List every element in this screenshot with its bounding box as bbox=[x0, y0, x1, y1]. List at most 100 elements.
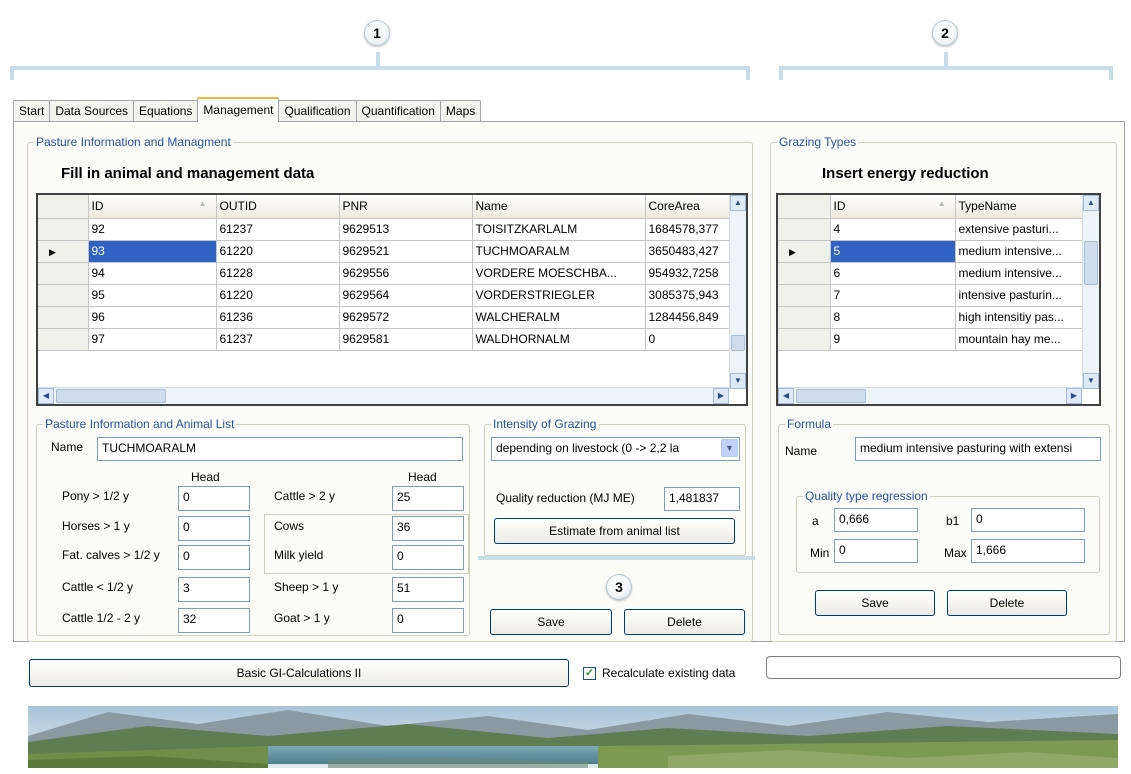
row-header[interactable] bbox=[778, 328, 831, 351]
row-header[interactable] bbox=[778, 284, 831, 307]
cell-pnr[interactable]: 9629564 bbox=[339, 284, 473, 307]
chevron-down-icon[interactable]: ▼ bbox=[721, 439, 738, 457]
tab-qualification[interactable]: Qualification bbox=[278, 100, 357, 122]
cell-name[interactable]: WALDHORNALM bbox=[472, 328, 646, 351]
grazing-grid-horizontal-scrollbar[interactable]: ◀ ▶ bbox=[778, 387, 1082, 404]
scroll-up-icon[interactable]: ▲ bbox=[1083, 195, 1099, 211]
animal-count-horses[interactable]: 0 bbox=[178, 516, 250, 541]
column-header-name[interactable]: Name bbox=[472, 195, 646, 219]
table-row[interactable]: 9 mountain hay me... bbox=[778, 328, 1086, 351]
column-header-id[interactable]: ID ▲ bbox=[88, 195, 217, 219]
cell-id[interactable]: 9 bbox=[830, 328, 956, 351]
column-header-typename[interactable]: TypeName bbox=[955, 195, 1086, 219]
row-header[interactable]: ▶ bbox=[778, 240, 831, 263]
row-header[interactable] bbox=[38, 306, 89, 329]
coefficient-b1-field[interactable]: 0 bbox=[971, 508, 1085, 532]
milk-yield-field[interactable]: 0 bbox=[392, 545, 464, 570]
column-header-corearea[interactable]: CoreArea bbox=[645, 195, 734, 219]
cell-id[interactable]: 94 bbox=[88, 262, 217, 285]
management-delete-button[interactable]: Delete bbox=[624, 609, 745, 635]
estimate-from-animal-list-button[interactable]: Estimate from animal list bbox=[494, 518, 735, 544]
animal-count-pony[interactable]: 0 bbox=[178, 486, 250, 511]
cell-pnr[interactable]: 9629513 bbox=[339, 218, 473, 241]
cell-outid[interactable]: 61237 bbox=[216, 218, 340, 241]
cell-corearea[interactable]: 954932,7258 bbox=[645, 262, 734, 285]
formula-name-field[interactable]: medium intensive pasturing with extensi bbox=[855, 437, 1101, 461]
cell-name[interactable]: TUCHMOARALM bbox=[472, 240, 646, 263]
cell-id[interactable]: 95 bbox=[88, 284, 217, 307]
cell-name[interactable]: VORDERE MOESCHBA... bbox=[472, 262, 646, 285]
cell-id[interactable]: 8 bbox=[830, 306, 956, 329]
animal-count-sheep[interactable]: 51 bbox=[392, 577, 464, 602]
column-header-id[interactable]: ID ▲ bbox=[830, 195, 956, 219]
cell-name[interactable]: WALCHERALM bbox=[472, 306, 646, 329]
cell-outid[interactable]: 61236 bbox=[216, 306, 340, 329]
table-row[interactable]: ▶ 5 medium intensive... bbox=[778, 240, 1086, 263]
basic-gi-calculations-button[interactable]: Basic GI-Calculations II bbox=[29, 659, 569, 687]
cell-corearea[interactable]: 3650483,427 bbox=[645, 240, 734, 263]
scroll-thumb[interactable] bbox=[796, 389, 866, 403]
cell-typename[interactable]: high intensitiy pas... bbox=[955, 306, 1086, 329]
table-row[interactable]: 96 61236 9629572 WALCHERALM 1284456,849 bbox=[38, 306, 734, 329]
row-header[interactable] bbox=[778, 306, 831, 329]
tab-equations[interactable]: Equations bbox=[133, 100, 199, 122]
animal-count-cows[interactable]: 36 bbox=[392, 516, 464, 541]
scroll-right-icon[interactable]: ▶ bbox=[1066, 388, 1082, 404]
coefficient-a-field[interactable]: 0,666 bbox=[834, 508, 918, 532]
table-row[interactable]: 8 high intensitiy pas... bbox=[778, 306, 1086, 329]
cell-id[interactable]: 6 bbox=[830, 262, 956, 285]
management-save-button[interactable]: Save bbox=[490, 609, 612, 635]
scroll-left-icon[interactable]: ◀ bbox=[38, 388, 54, 404]
tab-maps[interactable]: Maps bbox=[439, 100, 482, 122]
tab-start[interactable]: Start bbox=[13, 100, 51, 122]
scroll-left-icon[interactable]: ◀ bbox=[778, 388, 794, 404]
grazing-grid-vertical-scrollbar[interactable]: ▲ ▼ bbox=[1082, 195, 1099, 389]
table-row[interactable]: 94 61228 9629556 VORDERE MOESCHBA... 954932,… bbox=[38, 262, 734, 285]
animal-count-fat-calves[interactable]: 0 bbox=[178, 545, 250, 570]
column-header-outid[interactable]: OUTID bbox=[216, 195, 340, 219]
table-row[interactable]: 7 intensive pasturin... bbox=[778, 284, 1086, 307]
quality-reduction-field[interactable]: 1,481837 bbox=[664, 487, 740, 511]
recalculate-checkbox[interactable]: ✓ bbox=[583, 667, 596, 680]
cell-id[interactable]: 4 bbox=[830, 218, 956, 241]
scroll-thumb[interactable] bbox=[1084, 241, 1098, 285]
cell-outid[interactable]: 61220 bbox=[216, 240, 340, 263]
scroll-thumb[interactable] bbox=[731, 335, 745, 351]
min-field[interactable]: 0 bbox=[834, 539, 918, 563]
cell-pnr[interactable]: 9629556 bbox=[339, 262, 473, 285]
cell-corearea[interactable]: 3085375,943 bbox=[645, 284, 734, 307]
animal-count-cattle-old[interactable]: 25 bbox=[392, 486, 464, 511]
cell-corearea[interactable]: 1284456,849 bbox=[645, 306, 734, 329]
cell-outid[interactable]: 61220 bbox=[216, 284, 340, 307]
scroll-down-icon[interactable]: ▼ bbox=[1083, 373, 1099, 389]
row-header[interactable] bbox=[38, 328, 89, 351]
cell-name[interactable]: TOISITZKARLALM bbox=[472, 218, 646, 241]
cell-typename[interactable]: medium intensive... bbox=[955, 262, 1086, 285]
cell-typename[interactable]: medium intensive... bbox=[955, 240, 1086, 263]
grazing-grid[interactable]: ID ▲ TypeName 4 extensive pasturi... ▶ 5 medi… bbox=[776, 193, 1101, 406]
intensity-select[interactable]: depending on livestock (0 -> 2,2 la ▼ bbox=[491, 437, 740, 461]
table-row[interactable]: 6 medium intensive... bbox=[778, 262, 1086, 285]
pasture-grid-horizontal-scrollbar[interactable]: ◀ ▶ bbox=[38, 387, 729, 404]
tab-data-sources[interactable]: Data Sources bbox=[49, 100, 135, 122]
cell-outid[interactable]: 61228 bbox=[216, 262, 340, 285]
row-header[interactable] bbox=[778, 218, 831, 241]
pasture-name-field[interactable]: TUCHMOARALM bbox=[97, 437, 463, 461]
tab-management[interactable]: Management bbox=[197, 97, 280, 122]
cell-name[interactable]: VORDERSTRIEGLER bbox=[472, 284, 646, 307]
table-row[interactable]: 92 61237 9629513 TOISITZKARLALM 1684578,377 bbox=[38, 218, 734, 241]
cell-corearea[interactable]: 1684578,377 bbox=[645, 218, 734, 241]
cell-typename[interactable]: mountain hay me... bbox=[955, 328, 1086, 351]
scroll-up-icon[interactable]: ▲ bbox=[730, 195, 746, 211]
animal-count-cattle-half-two[interactable]: 32 bbox=[178, 608, 250, 633]
cell-id[interactable]: 97 bbox=[88, 328, 217, 351]
cell-pnr[interactable]: 9629572 bbox=[339, 306, 473, 329]
cell-pnr[interactable]: 9629521 bbox=[339, 240, 473, 263]
table-row[interactable]: ▶ 93 61220 9629521 TUCHMOARALM 3650483,427 bbox=[38, 240, 734, 263]
cell-typename[interactable]: extensive pasturi... bbox=[955, 218, 1086, 241]
cell-typename[interactable]: intensive pasturin... bbox=[955, 284, 1086, 307]
animal-count-goat[interactable]: 0 bbox=[392, 608, 464, 633]
row-header[interactable] bbox=[38, 218, 89, 241]
scroll-right-icon[interactable]: ▶ bbox=[713, 388, 729, 404]
scroll-thumb[interactable] bbox=[56, 389, 166, 403]
